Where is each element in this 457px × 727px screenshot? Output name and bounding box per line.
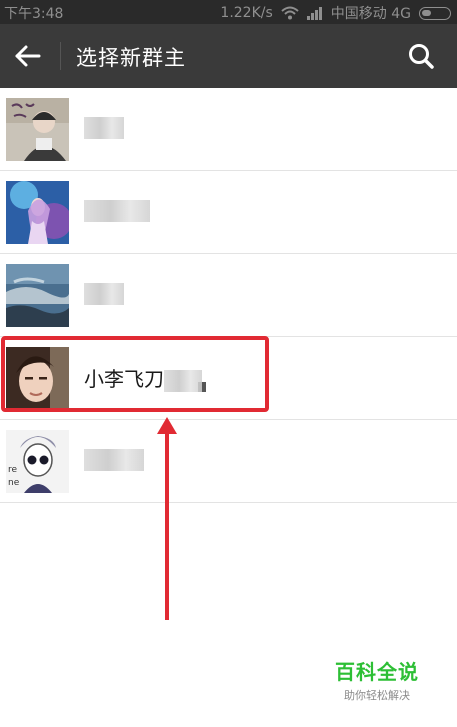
blurred-name	[84, 282, 124, 305]
status-bar: 下午3:48 1.22K/s 中国移动 4G	[0, 0, 457, 24]
battery-icon	[419, 6, 451, 20]
contact-item[interactable]	[0, 88, 457, 171]
search-icon[interactable]	[407, 42, 435, 70]
avatar	[6, 98, 69, 161]
contact-item[interactable]	[0, 254, 457, 337]
arrow-up-icon	[157, 417, 177, 620]
wifi-icon	[281, 6, 299, 20]
contact-name	[84, 446, 144, 471]
status-indicators: 1.22K/s 中国移动 4G	[220, 3, 451, 23]
blurred-name	[84, 448, 144, 471]
watermark-subtitle: 助你轻松解决	[344, 689, 410, 702]
watermark-title: 百科全说	[335, 660, 419, 684]
carrier-label: 中国移动 4G	[330, 6, 411, 22]
contact-item[interactable]: re ne	[0, 420, 457, 503]
back-arrow-icon[interactable]	[14, 44, 42, 68]
svg-text:ne: ne	[8, 478, 20, 488]
contact-name	[84, 114, 124, 139]
contact-list: 小李飞刀 re ne	[0, 88, 457, 503]
signal-icon	[306, 7, 322, 20]
contact-item[interactable]	[0, 171, 457, 254]
avatar	[6, 264, 69, 327]
avatar: re ne	[6, 430, 69, 493]
title-bar: 选择新群主	[0, 24, 457, 88]
avatar	[6, 181, 69, 244]
title-divider	[60, 42, 61, 70]
page-title: 选择新群主	[76, 46, 186, 70]
svg-text:re: re	[8, 465, 18, 475]
status-time: 下午3:48	[4, 6, 64, 22]
contact-name	[84, 197, 150, 222]
blurred-name	[84, 199, 150, 222]
blurred-name	[84, 116, 124, 139]
network-speed: 1.22K/s	[220, 5, 273, 21]
highlight-box	[1, 336, 269, 412]
contact-name	[84, 280, 124, 305]
watermark-logo: 百科全说 助你轻松解决	[322, 656, 432, 703]
